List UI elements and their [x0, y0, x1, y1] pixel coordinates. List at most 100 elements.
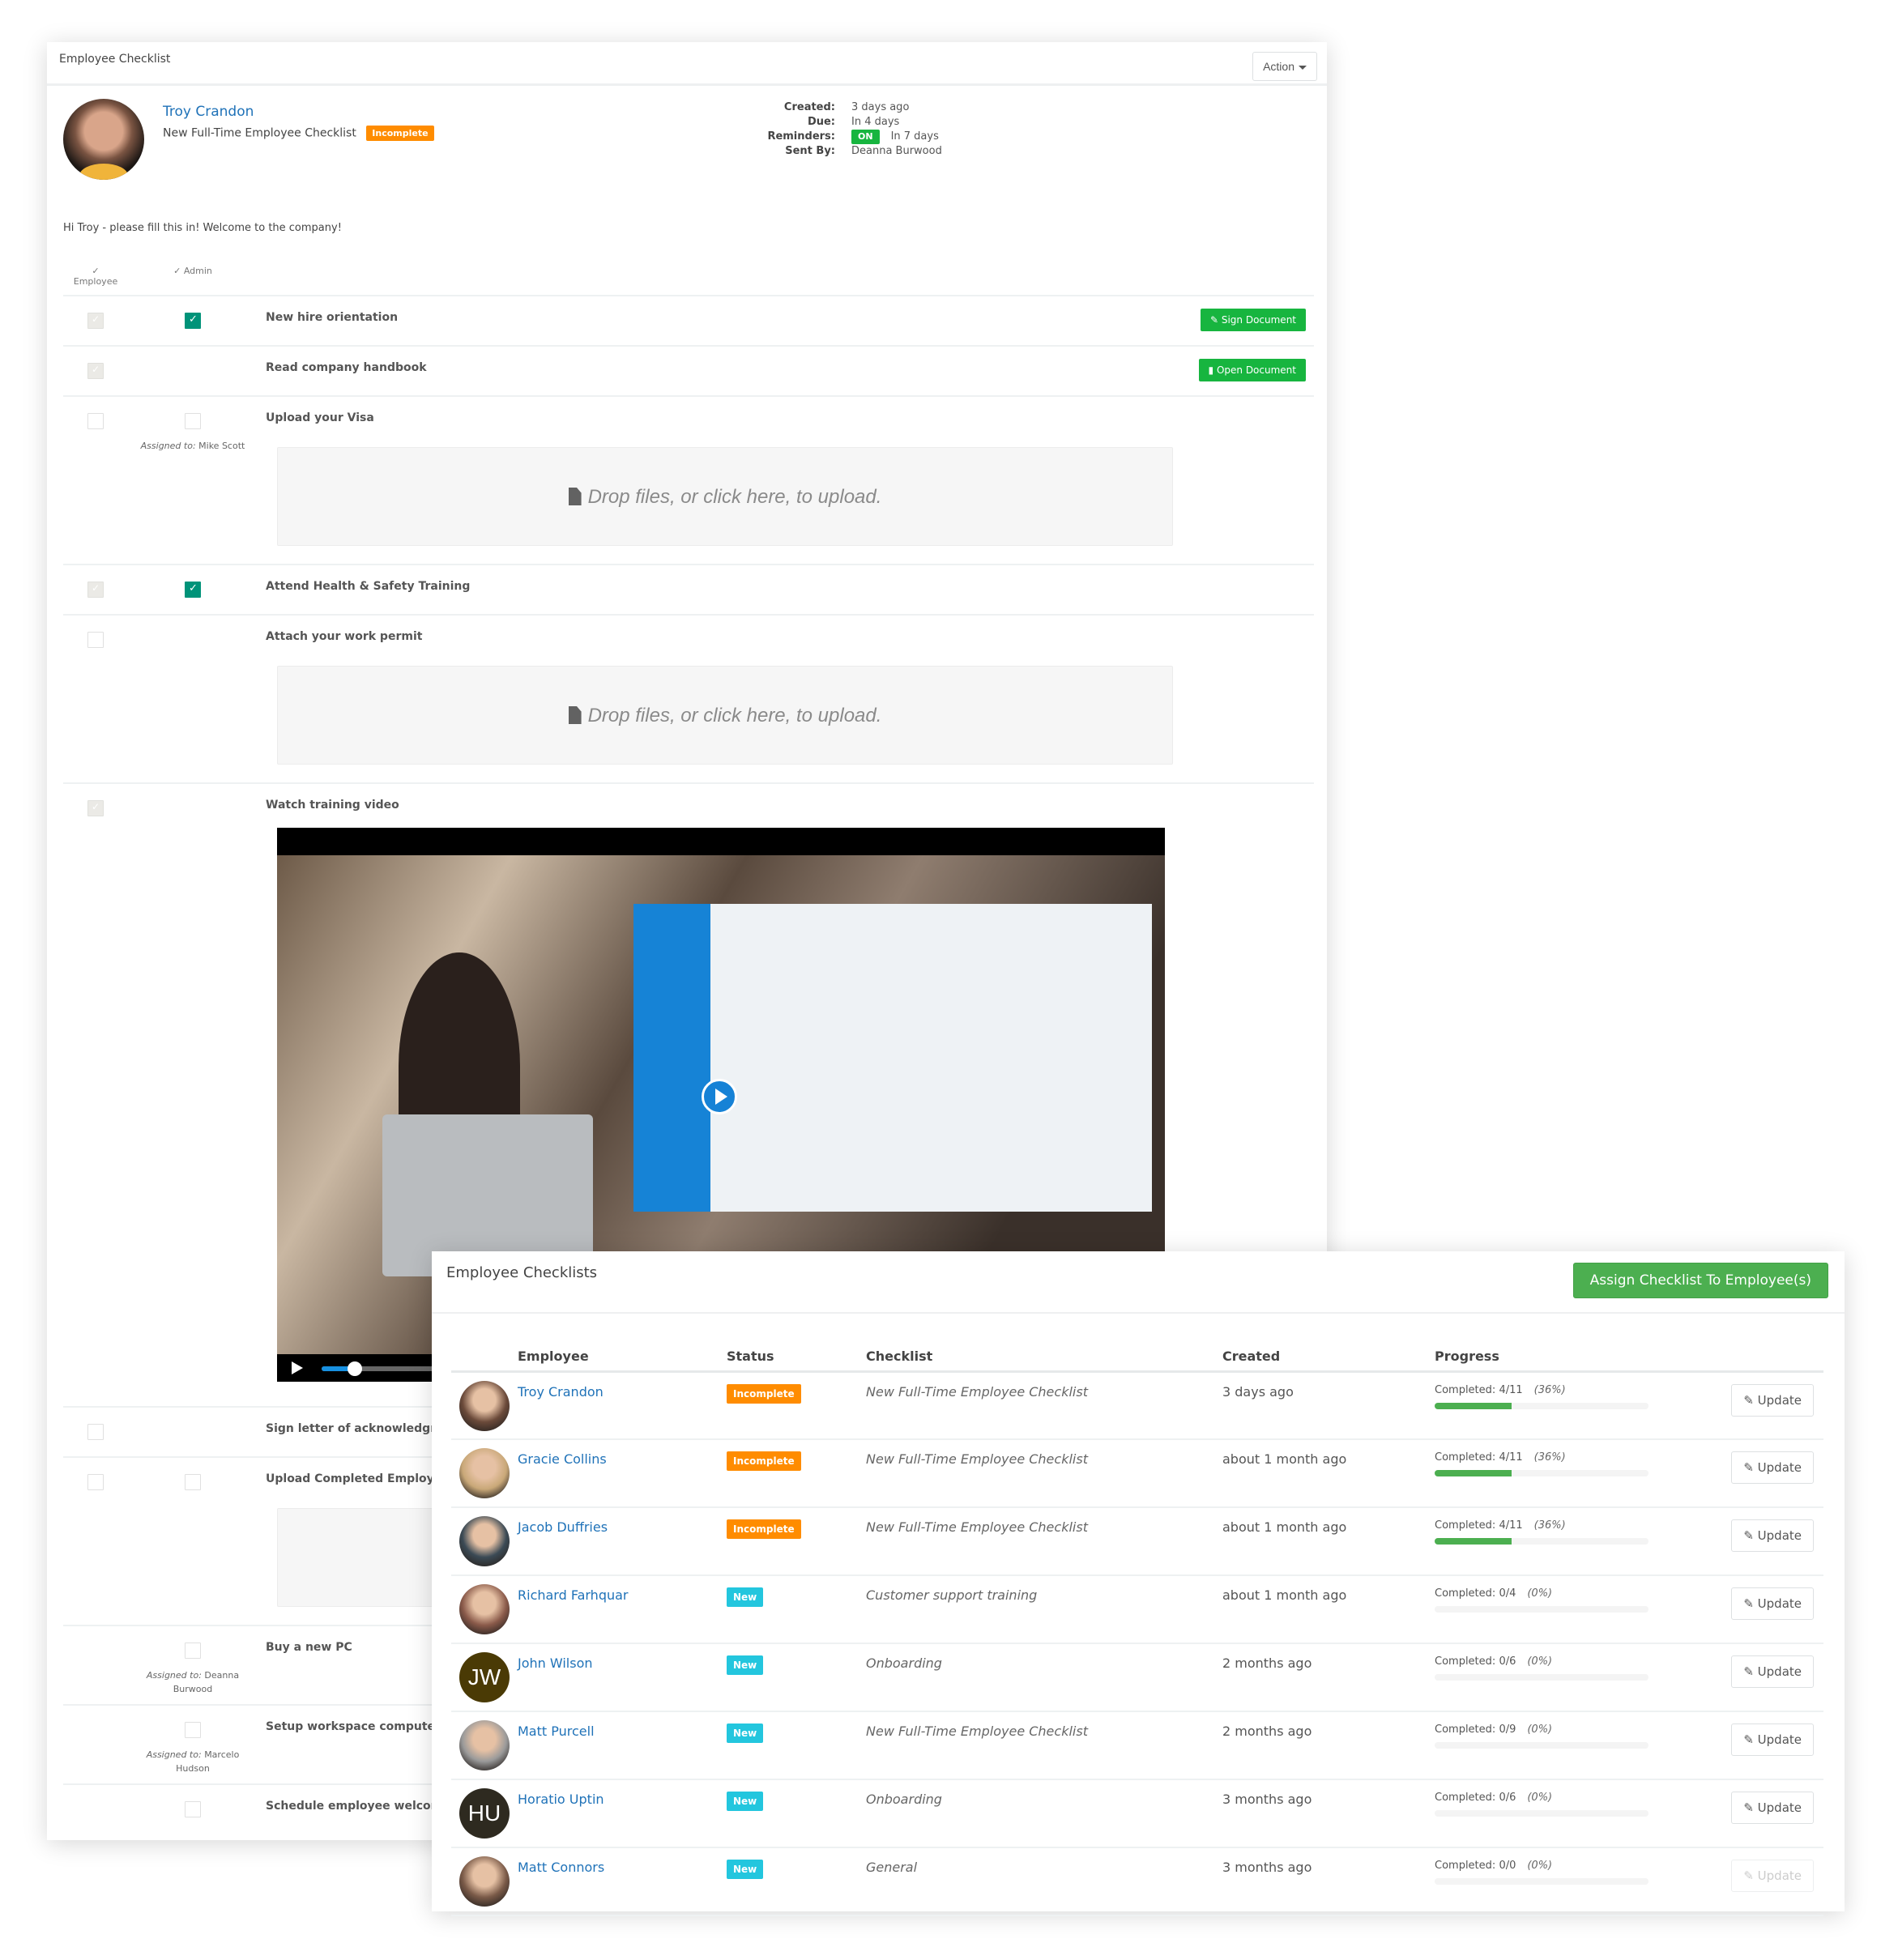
file-icon	[568, 706, 582, 724]
progress-text: Completed: 0/9 (0%)	[1435, 1724, 1553, 1736]
card-header: Employee Checklist Action	[47, 42, 1327, 86]
checklist-name: Onboarding	[866, 1655, 942, 1671]
employee-checkbox[interactable]	[87, 413, 104, 429]
column-header-employee[interactable]: Employee	[518, 1332, 727, 1373]
progress-text: Completed: 0/6 (0%)	[1435, 1655, 1553, 1668]
file-dropzone[interactable]: Drop files, or click here, to upload.	[277, 666, 1173, 765]
sent-by-value: Deanna Burwood	[851, 145, 942, 157]
edit-icon: ✎	[1743, 1664, 1758, 1679]
column-header-progress[interactable]: Progress	[1435, 1332, 1718, 1373]
progress-bar	[1435, 1674, 1648, 1681]
checklist-name: New Full-Time Employee Checklist	[866, 1383, 1088, 1400]
table-row: Gracie Collins Incomplete New Full-Time …	[451, 1439, 1823, 1508]
item-label: Attend Health & Safety Training	[266, 580, 471, 593]
admin-checkbox[interactable]	[185, 1722, 201, 1738]
employee-column-header: ✓ Employee	[65, 266, 126, 287]
checklist-name: New Full-Time Employee Checklist	[866, 1451, 1088, 1467]
employee-name-link[interactable]: Troy Crandon	[518, 1384, 604, 1400]
update-button[interactable]: ✎ Update	[1731, 1724, 1814, 1756]
item-label: Attach your work permit	[266, 630, 423, 643]
action-dropdown-button[interactable]: Action	[1252, 52, 1317, 81]
employee-checkbox	[87, 313, 104, 329]
admin-checkbox[interactable]	[185, 1474, 201, 1490]
employee-checkbox[interactable]	[87, 1424, 104, 1440]
admin-checkbox[interactable]	[185, 1643, 201, 1659]
reminders-value: In 7 days	[890, 130, 939, 143]
update-button[interactable]: ✎ Update	[1731, 1655, 1814, 1688]
update-button[interactable]: ✎ Update	[1731, 1383, 1814, 1417]
employee-name-link[interactable]: Matt Purcell	[518, 1724, 595, 1739]
admin-checkbox[interactable]	[185, 582, 201, 598]
column-header-created[interactable]: Created	[1222, 1332, 1435, 1373]
caret-down-icon	[1299, 65, 1307, 70]
due-label: Due:	[807, 116, 835, 128]
file-dropzone[interactable]: Drop files, or click here, to upload.	[277, 447, 1173, 546]
progress-bar	[1435, 1538, 1648, 1545]
employee-name-link[interactable]: John Wilson	[518, 1655, 593, 1671]
progress-bar	[1435, 1742, 1648, 1749]
checklist-name: New Full-Time Employee Checklist	[866, 1519, 1088, 1535]
employee-avatar	[459, 1584, 510, 1634]
checklist-item: New hire orientation ✎ Sign Document	[63, 295, 1314, 345]
table-row: HU Horatio Uptin New Onboarding 3 months…	[451, 1779, 1823, 1848]
employee-checkbox	[87, 363, 104, 379]
employee-name-link[interactable]: Richard Farhquar	[518, 1587, 629, 1603]
panel-header: Employee Checklists Assign Checklist To …	[432, 1251, 1845, 1314]
created-date: 2 months ago	[1222, 1655, 1312, 1671]
created-date: 3 months ago	[1222, 1792, 1312, 1807]
update-button[interactable]: ✎ Update	[1731, 1519, 1814, 1552]
status-badge: New	[727, 1724, 764, 1743]
item-label: Setup workspace computer - f	[266, 1720, 459, 1733]
sign-document-button[interactable]: ✎ Sign Document	[1200, 309, 1306, 331]
employee-checkbox[interactable]	[87, 1474, 104, 1490]
play-icon[interactable]	[702, 1079, 737, 1114]
employee-checkbox	[87, 800, 104, 816]
edit-icon: ✎	[1743, 1800, 1758, 1815]
table-header-row: Employee Status Checklist Created Progre…	[451, 1332, 1823, 1373]
checklist-name: Onboarding	[866, 1792, 942, 1807]
update-button[interactable]: ✎ Update	[1731, 1451, 1814, 1484]
status-badge: Incomplete	[727, 1383, 801, 1404]
employee-name-link[interactable]: Horatio Uptin	[518, 1792, 604, 1807]
table-row: JW John Wilson New Onboarding 2 months a…	[451, 1643, 1823, 1712]
checklist-item: Upload your Visa Assigned to: Mike Scott D…	[63, 395, 1314, 564]
column-header-status[interactable]: Status	[727, 1332, 866, 1373]
progress-fill	[1435, 1402, 1512, 1409]
employee-name-link[interactable]: Gracie Collins	[518, 1451, 607, 1467]
status-badge: New	[727, 1587, 764, 1607]
employee-avatar: JW	[459, 1652, 510, 1702]
update-button[interactable]: ✎ Update	[1731, 1792, 1814, 1824]
employee-name-link[interactable]: Troy Crandon	[163, 104, 254, 120]
seek-handle[interactable]	[347, 1361, 362, 1376]
employee-name-link[interactable]: Matt Connors	[518, 1860, 604, 1875]
assign-checklist-button[interactable]: Assign Checklist To Employee(s)	[1572, 1263, 1828, 1298]
progress-bar	[1435, 1878, 1648, 1885]
table-row: Troy Crandon Incomplete New Full-Time Em…	[451, 1371, 1823, 1440]
created-date: about 1 month ago	[1222, 1451, 1347, 1467]
checklist-name: New Full-Time Employee Checklist	[866, 1724, 1088, 1739]
admin-checkbox[interactable]	[185, 313, 201, 329]
open-document-button[interactable]: ▮ Open Document	[1198, 359, 1306, 381]
employee-avatar	[459, 1380, 510, 1431]
item-label: Schedule employee welcome l	[266, 1800, 459, 1813]
progress-text: Completed: 4/11 (36%)	[1435, 1519, 1566, 1532]
edit-icon: ✎	[1743, 1460, 1758, 1475]
reminders-label: Reminders:	[767, 130, 835, 143]
update-button[interactable]: ✎ Update	[1731, 1587, 1814, 1620]
admin-checkbox[interactable]	[185, 1801, 201, 1817]
item-label: Watch training video	[266, 799, 399, 812]
update-button[interactable]: ✎ Update	[1731, 1860, 1814, 1892]
status-badge: Incomplete	[727, 1451, 801, 1471]
status-badge: Incomplete	[727, 1519, 801, 1539]
play-button[interactable]	[292, 1361, 303, 1374]
admin-checkbox[interactable]	[185, 413, 201, 429]
column-header-checklist[interactable]: Checklist	[866, 1332, 1222, 1373]
reminders-toggle[interactable]: ON	[851, 130, 880, 144]
progress-bar	[1435, 1470, 1648, 1476]
assigned-to: Assigned to: Marcelo Hudson	[146, 1749, 240, 1774]
employee-checkbox[interactable]	[87, 632, 104, 648]
checklist-item: Attach your work permit Drop files, or cl…	[63, 614, 1314, 782]
employee-avatar: HU	[459, 1788, 510, 1839]
created-date: about 1 month ago	[1222, 1587, 1347, 1603]
employee-name-link[interactable]: Jacob Duffries	[518, 1519, 608, 1535]
